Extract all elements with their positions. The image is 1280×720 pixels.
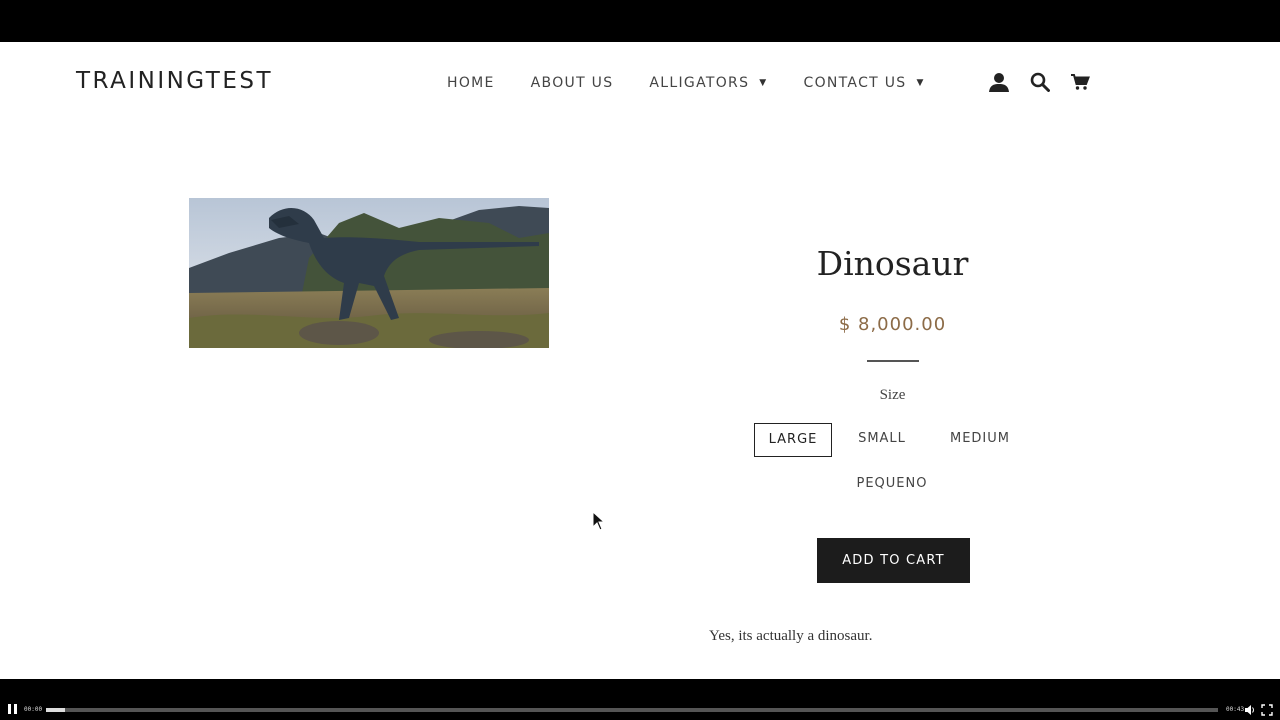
nav-item-alligators[interactable]: ALLIGATORS ▼ (649, 75, 767, 91)
nav-label: ALLIGATORS (649, 75, 750, 91)
video-top-bar (0, 0, 1280, 42)
nav-item-home[interactable]: HOME (447, 75, 495, 91)
product-image[interactable] (189, 198, 549, 348)
video-progress-fill (46, 708, 65, 712)
add-to-cart-button[interactable]: ADD TO CART (817, 538, 970, 583)
caret-down-icon: ▼ (916, 78, 925, 88)
store-page: TRAININGTEST HOME ABOUT US ALLIGATORS ▼ C… (0, 42, 1280, 679)
header-icons (988, 72, 1110, 92)
price-divider (867, 360, 919, 362)
video-progress-track[interactable] (46, 708, 1218, 712)
nav-label: ABOUT US (530, 75, 614, 91)
product-price: $ 8,000.00 (838, 314, 947, 335)
caret-down-icon: ▼ (759, 78, 768, 88)
size-option-large[interactable]: LARGE (754, 423, 832, 457)
account-icon[interactable] (988, 72, 1010, 92)
mouse-cursor-icon (592, 511, 606, 531)
nav-item-about-us[interactable]: ABOUT US (531, 75, 614, 91)
video-controls: 00:00 00:43 (0, 679, 1280, 720)
size-option-pequeno[interactable]: PEQUENO (842, 468, 942, 502)
size-option-medium[interactable]: MEDIUM (936, 423, 1024, 457)
nav-label: HOME (447, 75, 495, 91)
pause-icon[interactable] (8, 704, 17, 714)
fullscreen-icon[interactable] (1261, 703, 1273, 720)
product-title: Dinosaur (816, 244, 969, 283)
nav-label: CONTACT US (803, 75, 907, 91)
site-logo[interactable]: TRAININGTEST (76, 68, 273, 94)
current-time: 00:00 (24, 706, 43, 713)
duration-time: 00:43 (1226, 706, 1245, 713)
volume-icon[interactable] (1244, 703, 1256, 720)
size-option-small[interactable]: SMALL (846, 423, 918, 457)
nav-item-contact-us[interactable]: CONTACT US ▼ (804, 75, 925, 91)
product-description: Yes, its actually a dinosaur. (709, 628, 873, 644)
cart-icon[interactable] (1070, 73, 1090, 91)
search-icon[interactable] (1030, 72, 1050, 92)
size-label: Size (879, 387, 906, 403)
main-nav: HOME ABOUT US ALLIGATORS ▼ CONTACT US ▼ (447, 75, 961, 91)
